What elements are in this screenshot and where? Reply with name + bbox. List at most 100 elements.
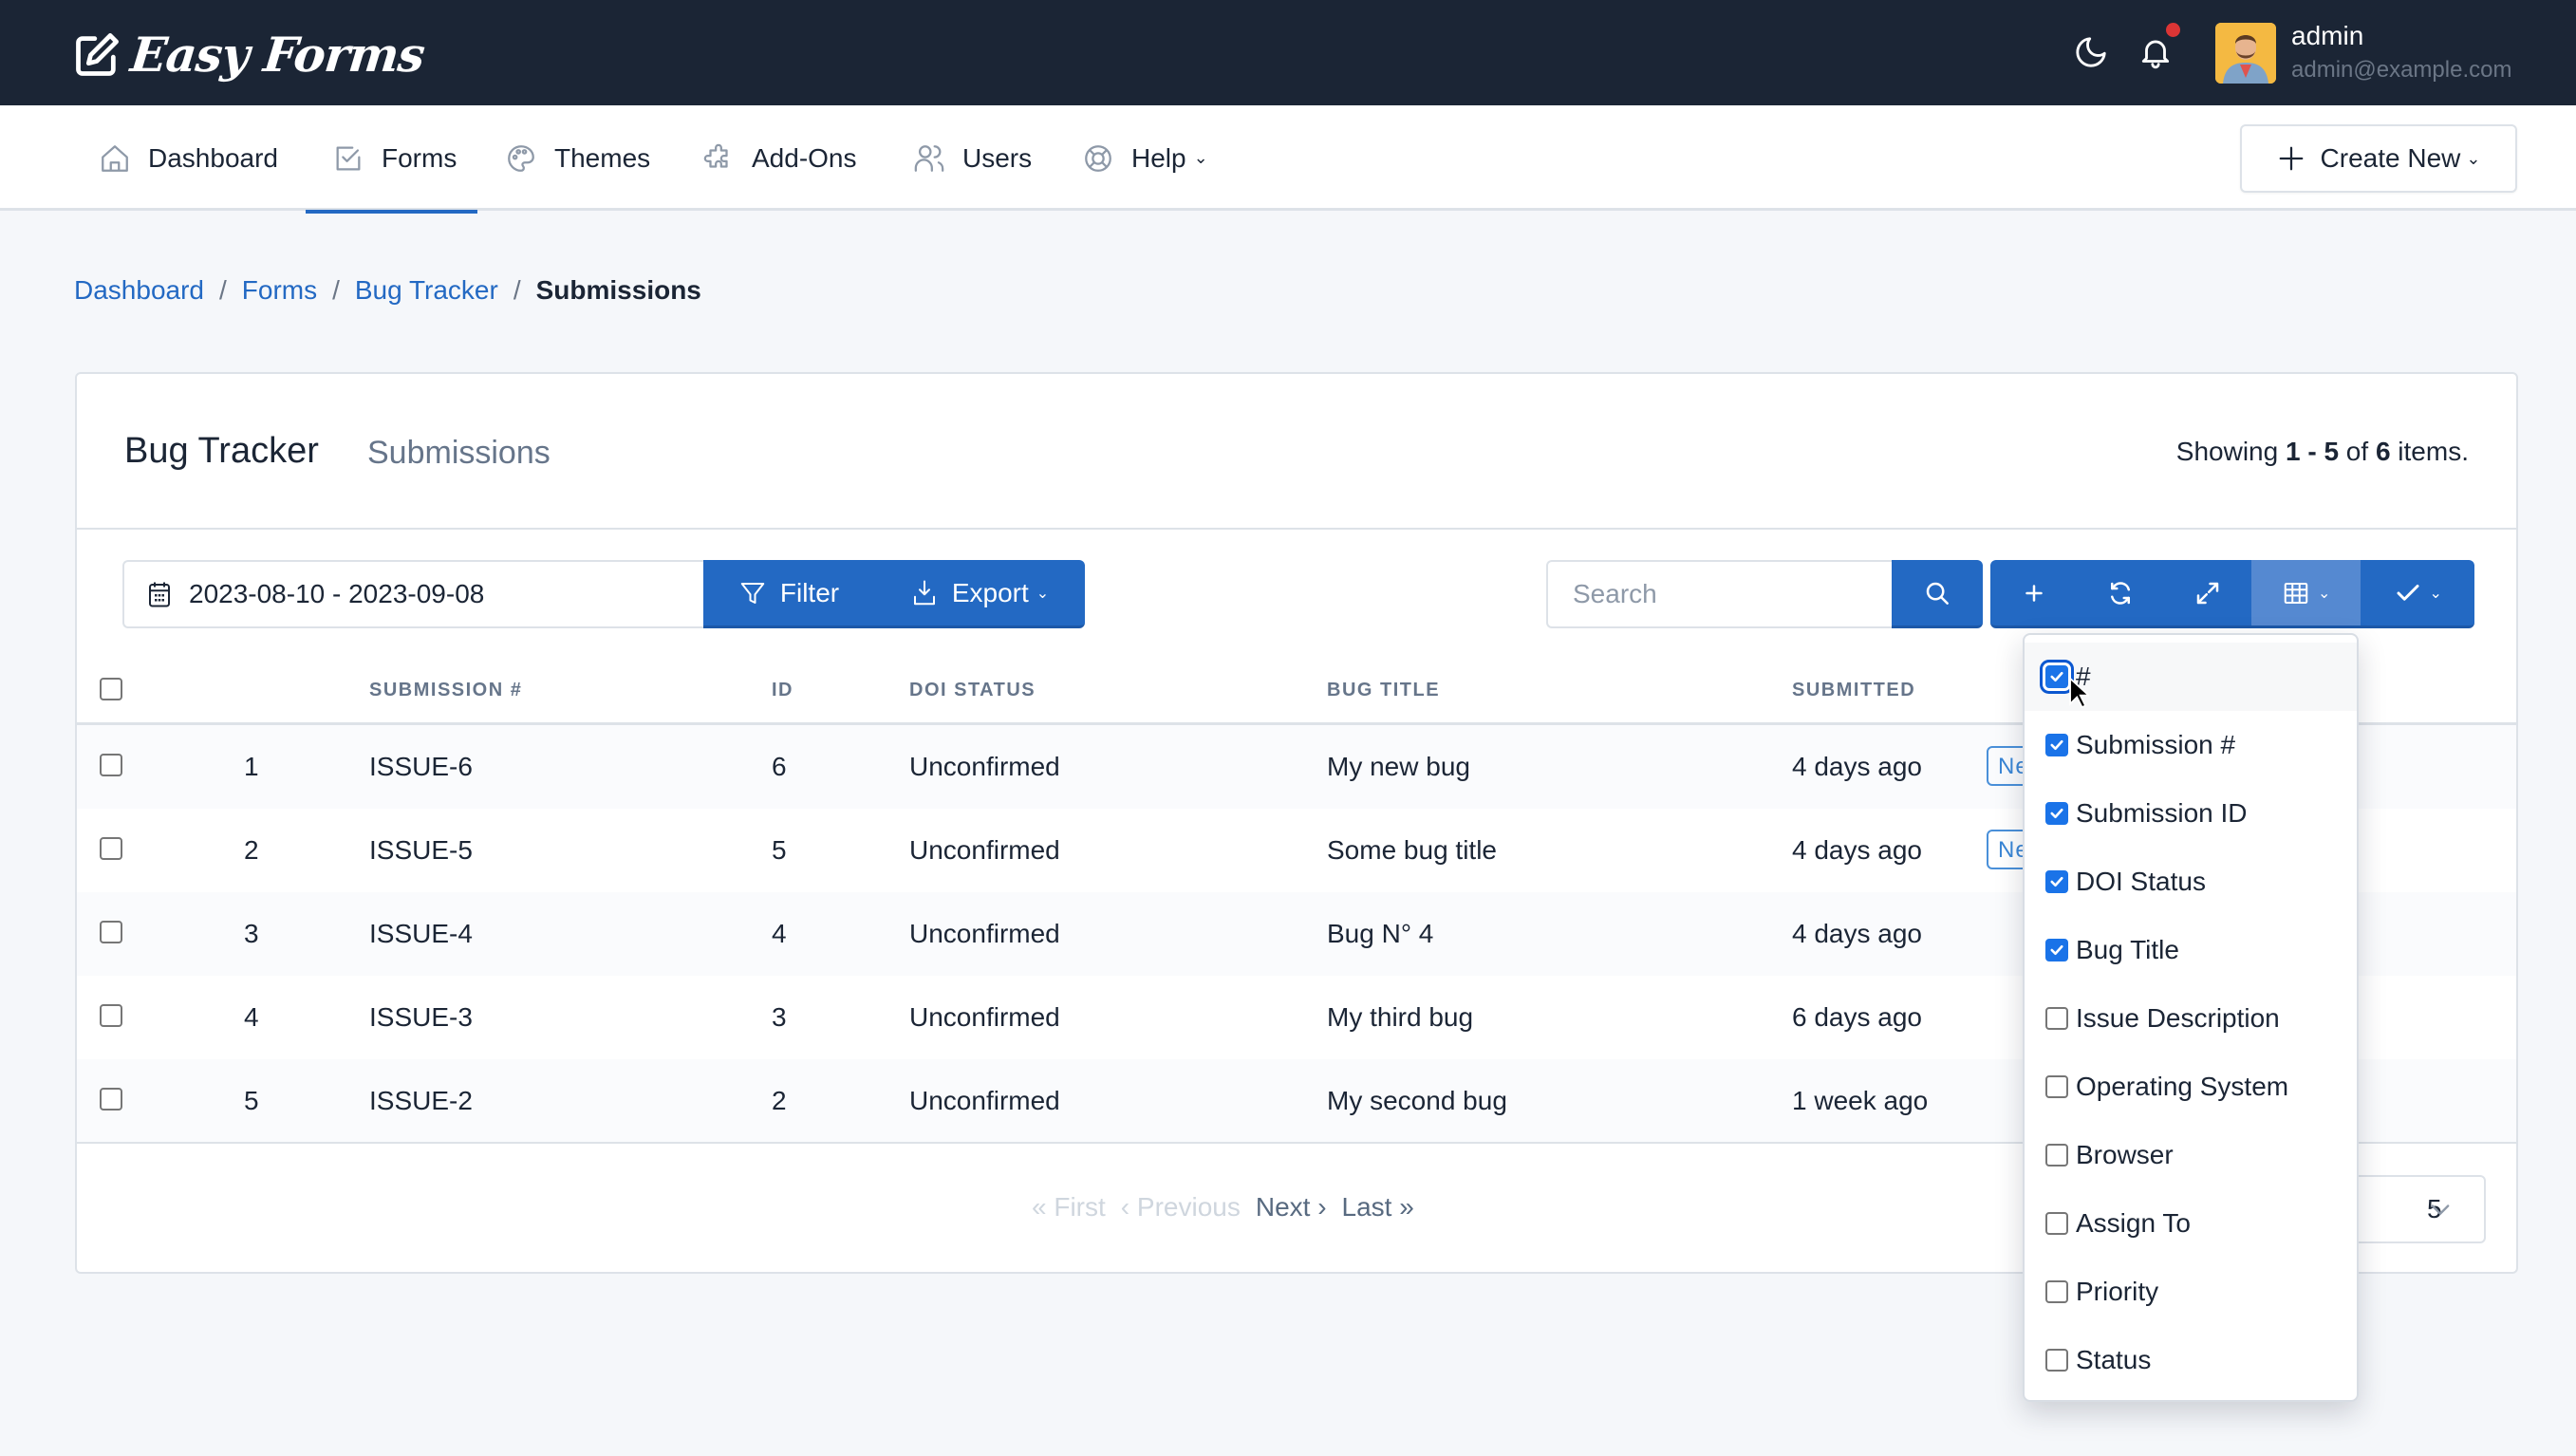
column-toggle-item[interactable]: Issue Description	[2025, 984, 2357, 1053]
pagination-last[interactable]: Last »	[1342, 1192, 1414, 1223]
header-id[interactable]: ID	[772, 680, 793, 701]
column-toggle-item[interactable]: Priority	[2025, 1258, 2357, 1326]
column-toggle-checkbox[interactable]	[2045, 1212, 2068, 1235]
breadcrumb-current: Submissions	[535, 275, 701, 305]
cell-id: 4	[772, 919, 787, 948]
nav-item-add-ons[interactable]: Add-Ons	[702, 105, 857, 211]
column-toggle-item[interactable]: Submission ID	[2025, 779, 2357, 848]
avatar[interactable]	[2215, 23, 2276, 84]
breadcrumb-forms[interactable]: Forms	[242, 275, 317, 306]
check-icon	[2397, 584, 2419, 601]
search-input[interactable]	[1546, 560, 1894, 628]
row-checkbox[interactable]	[100, 921, 122, 943]
moon-icon[interactable]	[2073, 34, 2109, 70]
summary-from: 1	[2285, 437, 2301, 466]
column-toggle-item[interactable]: Assign To	[2025, 1189, 2357, 1258]
pagination-previous[interactable]: ‹ Previous	[1121, 1192, 1241, 1223]
date-range-input[interactable]: 2023-08-10 - 2023-09-08	[122, 560, 703, 628]
cell-id: 6	[772, 752, 787, 781]
export-label: Export	[951, 577, 1029, 607]
cell-bug-title: My third bug	[1327, 1002, 1474, 1032]
lifebuoy-icon	[1085, 144, 1111, 172]
nav-item-dashboard[interactable]: Dashboard	[99, 105, 278, 211]
nav-item-forms[interactable]: Forms	[305, 105, 478, 214]
column-toggle-label: Operating System	[2076, 1072, 2289, 1101]
checkbox-icon	[336, 146, 361, 170]
column-toggle-checkbox[interactable]	[2045, 870, 2068, 893]
column-toggle-label: Submission ID	[2076, 798, 2248, 828]
cell-submitted: 4 days ago	[1792, 835, 1922, 865]
row-checkbox[interactable]	[100, 754, 122, 776]
pagination-first[interactable]: « First	[1032, 1192, 1106, 1223]
create-new-label: Create New	[2320, 143, 2461, 173]
filter-button[interactable]: Filter	[703, 560, 874, 625]
cell-index: 2	[244, 835, 259, 865]
nav-item-help[interactable]: Help ⌄	[1082, 105, 1208, 211]
column-toggle-checkbox[interactable]	[2045, 1280, 2068, 1303]
fullscreen-button[interactable]	[2164, 560, 2251, 625]
column-toggle-checkbox[interactable]	[2045, 665, 2068, 688]
row-checkbox[interactable]	[100, 837, 122, 860]
header-doi-status[interactable]: DOI Status	[909, 680, 1036, 701]
breadcrumb-bug-tracker[interactable]: Bug Tracker	[355, 275, 498, 306]
cell-index: 1	[244, 752, 259, 781]
column-toggle-checkbox[interactable]	[2045, 734, 2068, 756]
select-all-checkbox[interactable]	[100, 678, 122, 700]
summary-prefix: Showing	[2175, 437, 2286, 466]
column-toggle-checkbox[interactable]	[2045, 1075, 2068, 1098]
cell-doi-status: Unconfirmed	[909, 919, 1060, 948]
cell-submission-number: ISSUE-4	[369, 919, 473, 948]
page-size-select[interactable]: 5	[2343, 1175, 2486, 1243]
search-button[interactable]	[1892, 560, 1983, 628]
column-toggle-item[interactable]: Bug Title	[2025, 916, 2357, 984]
header-bug-title[interactable]: Bug Title	[1327, 680, 1440, 701]
user-name[interactable]: admin	[2291, 21, 2363, 51]
header-submission-number[interactable]: Submission #	[369, 680, 522, 701]
puzzle-icon	[703, 143, 728, 168]
row-checkbox[interactable]	[100, 1088, 122, 1111]
nav-item-users[interactable]: Users	[913, 105, 1032, 211]
breadcrumb-separator: /	[513, 275, 521, 305]
column-toggle-item[interactable]: Status	[2025, 1326, 2357, 1394]
column-toggle-item[interactable]: Operating System	[2025, 1053, 2357, 1121]
bulk-actions-button[interactable]: ⌄	[2361, 560, 2474, 625]
pagination: « First ‹ Previous Next › Last »	[1032, 1192, 1414, 1223]
cell-submitted: 4 days ago	[1792, 752, 1922, 781]
bell-icon[interactable]	[2137, 34, 2174, 70]
column-toggle-checkbox[interactable]	[2045, 802, 2068, 825]
create-new-button[interactable]: Create New ⌄	[2240, 124, 2517, 193]
row-checkbox[interactable]	[100, 1004, 122, 1027]
chevron-down-icon: ⌄	[1193, 148, 1208, 167]
summary-dash: -	[2300, 437, 2324, 466]
plus-icon	[2279, 146, 2303, 171]
nav-item-themes[interactable]: Themes	[505, 105, 650, 211]
pagination-next-label: Next	[1255, 1192, 1311, 1222]
brand-logo[interactable]: Easy Forms	[72, 27, 427, 83]
column-toggle-checkbox[interactable]	[2045, 1144, 2068, 1167]
mouse-cursor-icon	[2069, 677, 2089, 709]
search-button-inner[interactable]	[1892, 560, 1983, 625]
home-icon	[102, 144, 128, 172]
refresh-button[interactable]	[2078, 560, 2165, 625]
cell-submitted: 4 days ago	[1792, 919, 1922, 948]
cell-index: 5	[244, 1086, 259, 1115]
columns-toggle-button[interactable]: ⌄	[2250, 560, 2361, 625]
column-toggle-checkbox[interactable]	[2045, 939, 2068, 961]
column-toggle-item[interactable]: DOI Status	[2025, 848, 2357, 916]
cell-index: 4	[244, 1002, 259, 1032]
cell-doi-status: Unconfirmed	[909, 1002, 1060, 1032]
pagination-next[interactable]: Next ›	[1256, 1192, 1327, 1223]
header-submitted[interactable]: Submitted	[1792, 680, 1915, 701]
cell-doi-status: Unconfirmed	[909, 752, 1060, 781]
column-toggle-item[interactable]: #	[2025, 643, 2357, 711]
breadcrumb-dashboard[interactable]: Dashboard	[74, 275, 204, 306]
column-toggle-item[interactable]: Browser	[2025, 1121, 2357, 1189]
column-toggle-checkbox[interactable]	[2045, 1007, 2068, 1030]
search-icon	[1926, 582, 1949, 605]
column-toggle-checkbox[interactable]	[2045, 1349, 2068, 1372]
chevron-down-icon: ⌄	[1036, 585, 1050, 602]
column-toggle-item[interactable]: Submission #	[2025, 711, 2357, 779]
add-button[interactable]	[1990, 560, 2078, 625]
cell-bug-title: Some bug title	[1327, 835, 1497, 865]
export-button[interactable]: Export ⌄	[874, 560, 1085, 625]
